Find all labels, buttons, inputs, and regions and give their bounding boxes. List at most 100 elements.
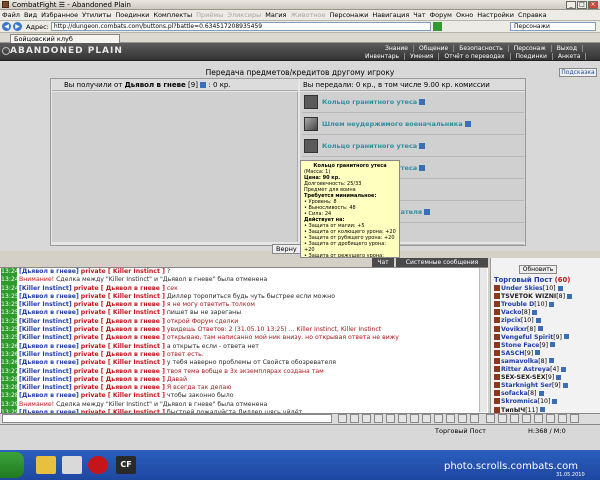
chat-private-target[interactable]: private [ Дьявол в гневе ] xyxy=(74,318,165,325)
chat-sender[interactable]: [Killer Instinct] xyxy=(19,368,72,375)
chat-sender[interactable]: [Killer Instinct] xyxy=(19,326,72,333)
close-button[interactable]: × xyxy=(588,1,598,9)
player-name[interactable]: Vacko xyxy=(501,309,522,316)
chat-time[interactable]: 13:25 xyxy=(1,292,19,302)
player-name[interactable]: Skromnica xyxy=(501,398,538,405)
player-name[interactable]: Starknight Ser xyxy=(501,382,552,389)
menu-item[interactable]: Вид xyxy=(24,11,37,19)
emotes-icon[interactable] xyxy=(422,414,431,423)
chat-time[interactable]: 13:28 xyxy=(1,384,19,393)
chat-time[interactable]: 13:27 xyxy=(1,367,19,376)
info-icon[interactable] xyxy=(535,350,541,356)
forward-button[interactable]: ▶ xyxy=(13,22,22,31)
game-nav-link[interactable]: Безопасность xyxy=(454,45,509,52)
chat-private-target[interactable]: private [ Killer Instinct ] xyxy=(81,268,165,275)
chat-input[interactable] xyxy=(2,414,332,423)
chat-time[interactable]: 13:28 xyxy=(1,375,19,385)
info-icon[interactable] xyxy=(419,165,426,171)
game-nav-link[interactable]: Выход xyxy=(552,45,583,52)
chat-time[interactable]: 13:26 xyxy=(1,350,19,360)
player-name[interactable]: zipcix xyxy=(501,317,521,324)
info-icon[interactable] xyxy=(557,285,563,291)
menu-item[interactable]: Навигация xyxy=(372,11,409,19)
menu-item[interactable]: Окно xyxy=(456,11,473,19)
chat-sender[interactable]: [Killer Instinct] xyxy=(19,334,72,341)
chat-time[interactable]: 13:25 xyxy=(1,317,19,327)
player-name[interactable]: Stone Face xyxy=(501,342,539,349)
player-name[interactable]: SEX-SEX-SEX xyxy=(501,374,546,381)
player-name[interactable]: SASCH xyxy=(501,350,524,357)
chat-private-target[interactable]: private [ Дьявол в гневе ] xyxy=(74,334,165,341)
info-icon[interactable] xyxy=(552,398,558,404)
info-icon[interactable] xyxy=(464,121,471,127)
chat-sender[interactable]: [Killer Instinct] xyxy=(19,376,72,383)
help-icon[interactable] xyxy=(570,414,579,423)
potion-icon[interactable] xyxy=(546,414,555,423)
game-nav-link[interactable]: Поединки xyxy=(511,53,553,60)
chat-sender[interactable]: [Дьявол в гневе] xyxy=(19,392,79,399)
item-name[interactable]: Кольцо гранитного утеса xyxy=(322,98,426,106)
back-button[interactable]: ◀ xyxy=(2,22,11,31)
mail-icon[interactable] xyxy=(510,414,519,423)
mage-icon[interactable] xyxy=(534,414,543,423)
go-icon[interactable] xyxy=(432,22,442,31)
chat-sender[interactable]: [Killer Instinct] xyxy=(19,351,72,358)
player-name[interactable]: samavolka xyxy=(501,358,538,365)
friends-icon[interactable] xyxy=(522,414,531,423)
map-icon[interactable] xyxy=(458,414,467,423)
chat-time[interactable]: 13:25 xyxy=(1,334,19,343)
filter-icon[interactable] xyxy=(386,414,395,423)
chat-sender[interactable]: [Killer Instinct] xyxy=(19,384,72,391)
chat-time[interactable]: 13:25 xyxy=(1,301,19,310)
chat-time[interactable]: 13:29 xyxy=(1,400,19,410)
chat-sender[interactable]: [Killer Instinct] xyxy=(19,285,72,292)
game-nav-link[interactable]: Инвентарь xyxy=(360,53,406,60)
refresh-button[interactable]: Обновить xyxy=(519,265,557,274)
info-icon[interactable] xyxy=(550,342,556,348)
menu-item[interactable]: Персонажи xyxy=(329,11,368,19)
player-name[interactable]: Under Skies xyxy=(501,285,543,292)
menu-item[interactable]: Утилиты xyxy=(82,11,111,19)
chat-scrollbar[interactable] xyxy=(479,268,487,412)
item-thumbnail[interactable] xyxy=(304,139,318,153)
info-icon[interactable] xyxy=(424,209,431,215)
chat-private-target[interactable]: private [ Дьявол в гневе ] xyxy=(74,368,165,375)
chat-private-target[interactable]: private [ Killer Instinct ] xyxy=(81,359,165,366)
info-icon[interactable] xyxy=(539,407,545,412)
info-icon[interactable] xyxy=(562,382,568,388)
opera-icon[interactable] xyxy=(88,456,108,474)
menu-item[interactable]: Приёмы xyxy=(196,11,223,19)
info-icon[interactable] xyxy=(419,143,426,149)
player-name[interactable]: TSVETOK WIZNI xyxy=(501,293,556,300)
menu-item[interactable]: Настройки xyxy=(477,11,514,19)
item-thumbnail[interactable] xyxy=(304,117,318,131)
item-thumbnail[interactable] xyxy=(304,95,318,109)
menu-item[interactable]: Справка xyxy=(518,11,547,19)
transfer-item[interactable]: Шлем неудержимого военачальника xyxy=(302,115,524,135)
player-name[interactable]: Vovikxr xyxy=(501,326,527,333)
player-name[interactable]: Trouble D xyxy=(501,301,534,308)
chat-time[interactable]: 13:24 xyxy=(1,276,19,285)
transfer-item[interactable]: Кольцо гранитного утеса xyxy=(302,93,524,113)
player-name[interactable]: sofacka xyxy=(501,390,528,397)
menu-item[interactable]: Животное xyxy=(290,11,325,19)
trade-icon[interactable] xyxy=(558,414,567,423)
game-nav-link[interactable]: Анкета xyxy=(553,53,587,60)
chat-sender[interactable]: [Killer Instinct] xyxy=(19,318,72,325)
menu-item[interactable]: Эликсиры xyxy=(227,11,261,19)
player-name[interactable]: Ritter Astreya xyxy=(501,366,550,373)
chat-time[interactable]: 13:26 xyxy=(1,359,19,368)
battle-icon[interactable] xyxy=(434,414,443,423)
smiley-icon[interactable] xyxy=(362,414,371,423)
send-icon[interactable] xyxy=(338,414,347,423)
document-icon[interactable] xyxy=(62,456,82,474)
menu-item[interactable]: Файл xyxy=(2,11,20,19)
address-input[interactable]: http://dungeon.combats.com/buttons.pl?ba… xyxy=(50,22,431,31)
chat-sender[interactable]: [Дьявол в гневе] xyxy=(19,309,79,316)
chat-time[interactable]: 13:26 xyxy=(1,342,19,351)
maximize-button[interactable]: □ xyxy=(577,1,587,9)
item-name[interactable]: Кольцо гранитного утеса xyxy=(322,142,426,150)
menu-item[interactable]: Форум xyxy=(430,11,452,19)
item-name[interactable]: Шлем неудержимого военачальника xyxy=(322,120,471,128)
chat-sender[interactable]: [Дьявол в гневе] xyxy=(19,359,79,366)
